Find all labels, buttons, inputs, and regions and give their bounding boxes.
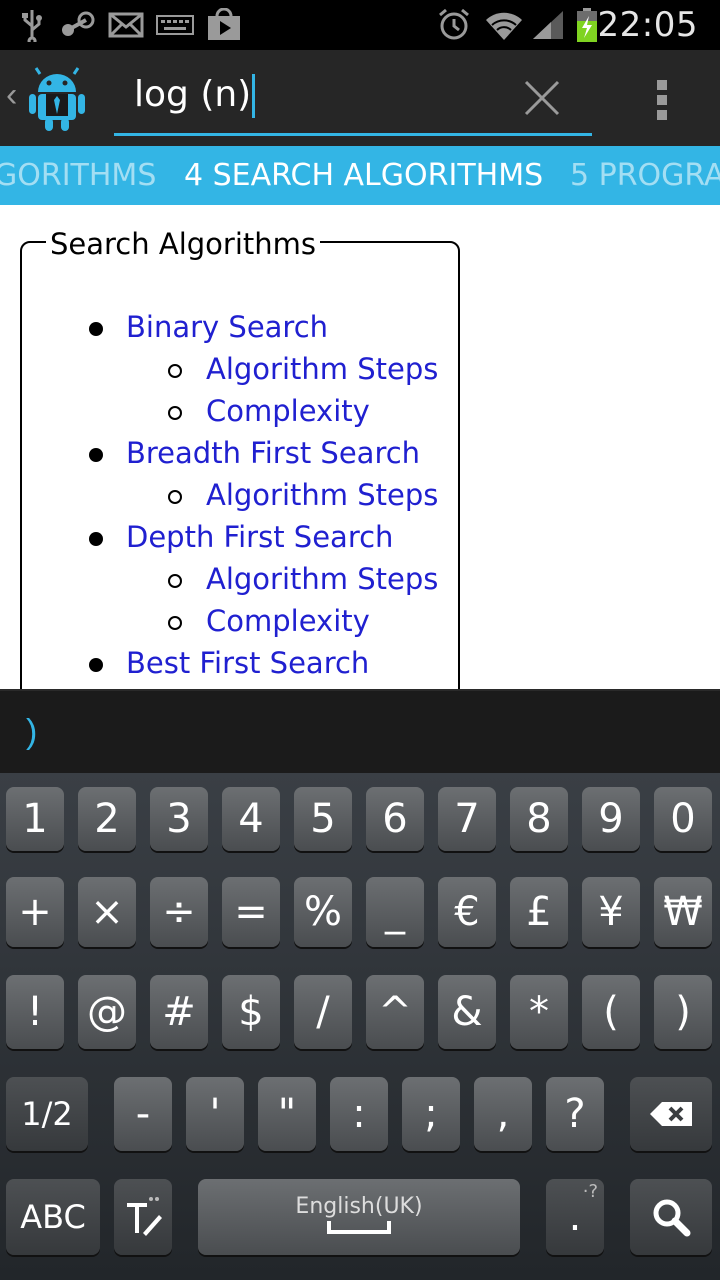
key-dollar[interactable]: $ <box>222 975 280 1049</box>
sub-bullet-icon <box>168 364 182 378</box>
space-language-label: English(UK) <box>295 1193 423 1219</box>
wifi-icon <box>484 8 524 42</box>
toc-link-dfs-complexity[interactable]: Complexity <box>206 604 370 638</box>
key-plus[interactable]: + <box>6 877 64 947</box>
key-comma[interactable]: , <box>474 1077 532 1151</box>
key-open-paren[interactable]: ( <box>582 975 640 1049</box>
key-apostrophe[interactable]: ' <box>186 1077 244 1151</box>
toc-link-binary-complexity[interactable]: Complexity <box>206 394 370 428</box>
sub-bullet-icon <box>168 406 182 420</box>
key-pound[interactable]: £ <box>510 877 568 947</box>
search-query-text: log (n) <box>134 74 252 115</box>
back-chevron-icon[interactable]: ‹ <box>6 78 17 112</box>
tab-next[interactable]: 5 PROGRA <box>570 158 720 193</box>
page-content: Search Algorithms Binary Search Algorith… <box>0 205 720 689</box>
key-exclamation[interactable]: ! <box>6 975 64 1049</box>
space-key[interactable]: English(UK) <box>198 1179 520 1255</box>
toc-link-binary-search[interactable]: Binary Search <box>126 310 328 344</box>
tab-strip: GORITHMS 4 SEARCH ALGORITHMS 5 PROGRA <box>0 146 720 205</box>
toc-link-bfs[interactable]: Breadth First Search <box>126 436 420 470</box>
key-symbols-page[interactable]: 1/2 <box>6 1077 88 1151</box>
status-bar: 22:05 <box>0 0 720 50</box>
app-logo-icon[interactable] <box>26 66 88 132</box>
key-euro[interactable]: € <box>438 877 496 947</box>
search-key[interactable] <box>630 1179 712 1255</box>
key-divide[interactable]: ÷ <box>150 877 208 947</box>
key-double-quote[interactable]: " <box>258 1077 316 1151</box>
key-at[interactable]: @ <box>78 975 136 1049</box>
key-question[interactable]: ? <box>546 1077 604 1151</box>
steam-icon <box>58 8 98 42</box>
key-9[interactable]: 9 <box>582 787 640 851</box>
tab-previous[interactable]: GORITHMS <box>0 158 156 193</box>
backspace-icon <box>650 1102 692 1126</box>
bullet-icon <box>89 322 103 336</box>
toc-link-dfs[interactable]: Depth First Search <box>126 520 393 554</box>
clock: 22:05 <box>597 5 698 45</box>
alarm-icon <box>436 8 472 42</box>
space-bar-icon <box>327 1220 391 1234</box>
key-equals[interactable]: = <box>222 877 280 947</box>
tab-search-algorithms[interactable]: 4 SEARCH ALGORITHMS <box>184 158 543 193</box>
key-6[interactable]: 6 <box>366 787 424 851</box>
action-bar: ‹ log (n) <box>0 50 720 146</box>
battery-charging-icon <box>574 8 600 42</box>
key-hash[interactable]: # <box>150 975 208 1049</box>
key-yen[interactable]: ¥ <box>582 877 640 947</box>
bullet-icon <box>89 532 103 546</box>
toc-link-binary-steps[interactable]: Algorithm Steps <box>206 352 438 386</box>
mail-icon <box>108 8 144 42</box>
key-2[interactable]: 2 <box>78 787 136 851</box>
key-3[interactable]: 3 <box>150 787 208 851</box>
key-underscore[interactable]: _ <box>366 877 424 947</box>
key-colon[interactable]: : <box>330 1077 388 1151</box>
key-1[interactable]: 1 <box>6 787 64 851</box>
sub-bullet-icon <box>168 616 182 630</box>
suggestion-bar: ) <box>0 689 720 773</box>
key-8[interactable]: 8 <box>510 787 568 851</box>
key-ampersand[interactable]: & <box>438 975 496 1049</box>
text-cursor <box>252 74 256 118</box>
text-edit-icon[interactable] <box>114 1179 172 1255</box>
key-won[interactable]: ₩ <box>654 877 712 947</box>
key-period[interactable]: ·? . <box>546 1179 604 1255</box>
usb-icon <box>18 8 46 42</box>
search-input[interactable]: log (n) <box>114 66 592 136</box>
key-slash[interactable]: / <box>294 975 352 1049</box>
sub-bullet-icon <box>168 574 182 588</box>
toc-link-bfs-steps[interactable]: Algorithm Steps <box>206 478 438 512</box>
search-icon <box>653 1199 691 1237</box>
suggestion-candidate[interactable]: ) <box>26 713 37 752</box>
key-4[interactable]: 4 <box>222 787 280 851</box>
backspace-key[interactable] <box>630 1077 712 1151</box>
overflow-menu-icon[interactable] <box>650 78 676 122</box>
key-multiply[interactable]: × <box>78 877 136 947</box>
key-close-paren[interactable]: ) <box>654 975 712 1049</box>
key-5[interactable]: 5 <box>294 787 352 851</box>
key-percent[interactable]: % <box>294 877 352 947</box>
toc-title: Search Algorithms <box>46 227 320 261</box>
key-abc[interactable]: ABC <box>6 1179 100 1255</box>
key-semicolon[interactable]: ; <box>402 1077 460 1151</box>
play-store-icon <box>204 8 244 42</box>
close-icon[interactable] <box>522 78 562 118</box>
bullet-icon <box>89 658 103 672</box>
key-asterisk[interactable]: * <box>510 975 568 1049</box>
key-7[interactable]: 7 <box>438 787 496 851</box>
toc-link-dfs-steps[interactable]: Algorithm Steps <box>206 562 438 596</box>
signal-icon <box>530 8 566 42</box>
keyboard-icon <box>156 8 194 42</box>
soft-keyboard: 1 2 3 4 5 6 7 8 9 0 + × ÷ = % _ € £ ¥ ₩ … <box>0 773 720 1280</box>
key-0[interactable]: 0 <box>654 787 712 851</box>
sub-bullet-icon <box>168 490 182 504</box>
key-hyphen[interactable]: - <box>114 1077 172 1151</box>
key-caret[interactable]: ^ <box>366 975 424 1049</box>
bullet-icon <box>89 448 103 462</box>
toc-link-best-first[interactable]: Best First Search <box>126 646 369 680</box>
